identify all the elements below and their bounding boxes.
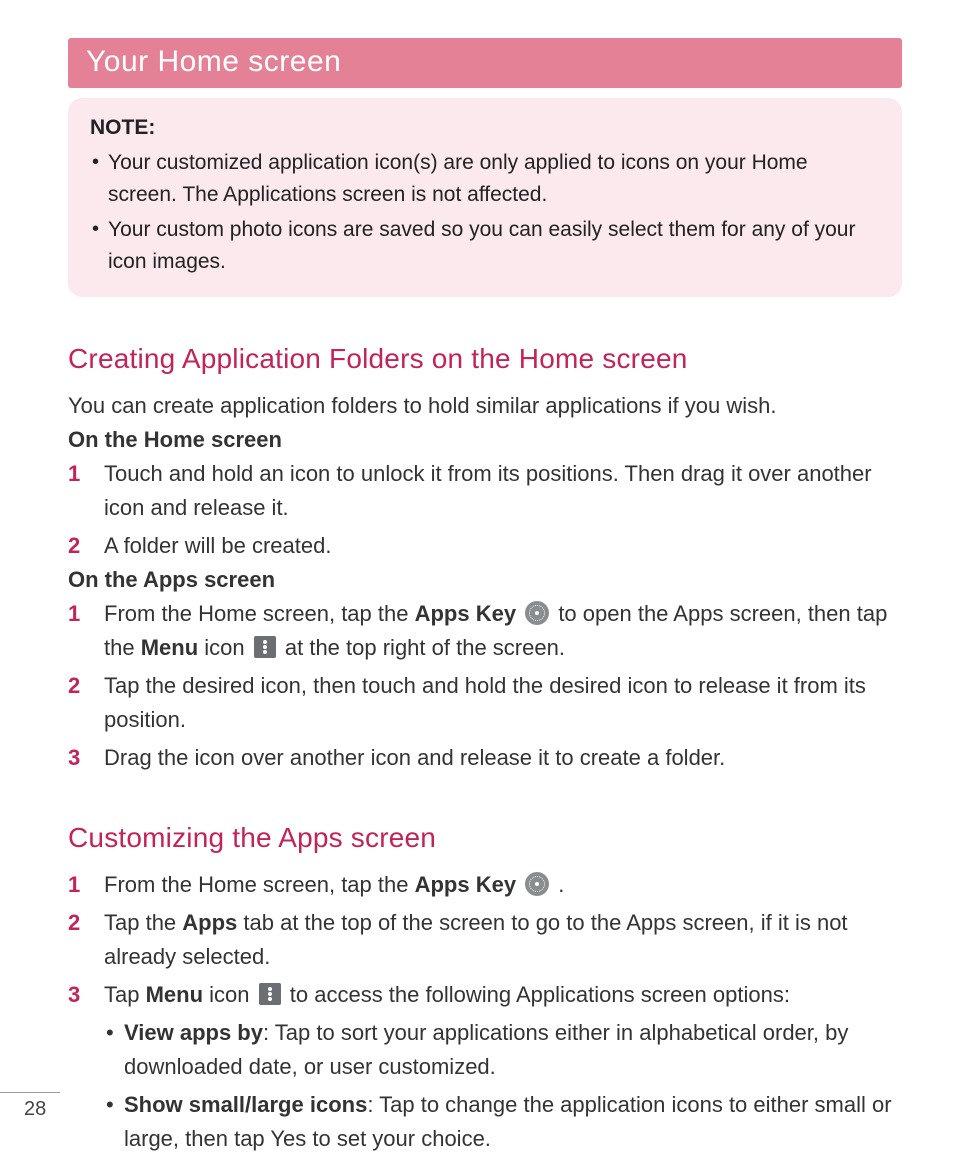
- menu-label: Menu: [141, 635, 198, 660]
- menu-icon: [259, 983, 281, 1005]
- step-item: 1 From the Home screen, tap the Apps Key…: [68, 597, 902, 665]
- step-item: 3Drag the icon over another icon and rel…: [68, 741, 902, 775]
- section-heading-customizing: Customizing the Apps screen: [68, 822, 902, 854]
- menu-icon: [254, 636, 276, 658]
- step-text-part: icon: [198, 635, 251, 660]
- step-text-part: to access the following Applications scr…: [290, 982, 790, 1007]
- note-item: Your customized application icon(s) are …: [90, 147, 880, 212]
- step-item: 3 Tap Menu icon to access the following …: [68, 978, 902, 1156]
- section-heading-folders: Creating Application Folders on the Home…: [68, 343, 902, 375]
- step-text-part: icon: [203, 982, 256, 1007]
- note-list: Your customized application icon(s) are …: [90, 147, 880, 279]
- subhead-apps: On the Apps screen: [68, 567, 902, 593]
- step-text-part: at the top right of the screen.: [285, 635, 565, 660]
- option-item: View apps by: Tap to sort your applicati…: [104, 1016, 902, 1084]
- page-header: Your Home screen: [68, 38, 902, 88]
- note-label: NOTE:: [90, 112, 880, 145]
- apps-key-icon: [525, 872, 549, 896]
- note-item: Your custom photo icons are saved so you…: [90, 214, 880, 279]
- step-text: Drag the icon over another icon and rele…: [104, 745, 725, 770]
- step-item: 2 Tap the Apps tab at the top of the scr…: [68, 906, 902, 974]
- apps-tab-label: Apps: [182, 910, 237, 935]
- option-bullets: View apps by: Tap to sort your applicati…: [104, 1016, 902, 1156]
- step-item: 1 From the Home screen, tap the Apps Key…: [68, 868, 902, 902]
- step-text-part: From the Home screen, tap the: [104, 601, 415, 626]
- apps-key-label: Apps Key: [415, 601, 516, 626]
- home-steps: 1Touch and hold an icon to unlock it fro…: [68, 457, 902, 563]
- subhead-home: On the Home screen: [68, 427, 902, 453]
- step-item: 1Touch and hold an icon to unlock it fro…: [68, 457, 902, 525]
- step-text: Tap the desired icon, then touch and hol…: [104, 673, 866, 732]
- step-text: Touch and hold an icon to unlock it from…: [104, 461, 872, 520]
- step-item: 2Tap the desired icon, then touch and ho…: [68, 669, 902, 737]
- customize-steps: 1 From the Home screen, tap the Apps Key…: [68, 868, 902, 1156]
- option-item: Show small/large icons: Tap to change th…: [104, 1088, 902, 1156]
- step-item: 2A folder will be created.: [68, 529, 902, 563]
- option-label: View apps by: [124, 1020, 263, 1045]
- page-rule: [0, 1092, 60, 1093]
- page-number: 28: [24, 1098, 46, 1121]
- step-text-part: Tap the: [104, 910, 182, 935]
- section1-intro: You can create application folders to ho…: [68, 389, 902, 423]
- apps-steps: 1 From the Home screen, tap the Apps Key…: [68, 597, 902, 775]
- apps-key-label: Apps Key: [415, 872, 516, 897]
- option-label: Show small/large icons: [124, 1092, 367, 1117]
- step-text-part: From the Home screen, tap the: [104, 872, 415, 897]
- page-title: Your Home screen: [86, 45, 341, 78]
- menu-label: Menu: [146, 982, 203, 1007]
- step-text-part: Tap: [104, 982, 146, 1007]
- step-text: A folder will be created.: [104, 533, 331, 558]
- apps-key-icon: [525, 601, 549, 625]
- note-box: NOTE: Your customized application icon(s…: [68, 98, 902, 297]
- step-text-part: .: [552, 872, 564, 897]
